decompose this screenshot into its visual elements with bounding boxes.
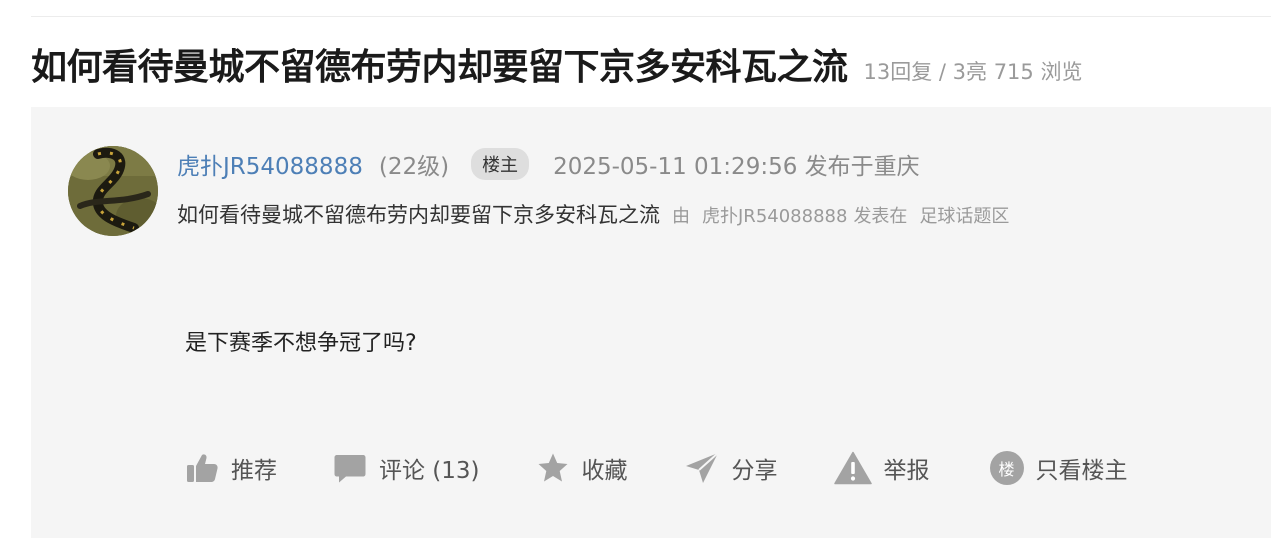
thumbs-up-icon xyxy=(185,452,219,484)
post-content: 是下赛季不想争冠了吗? xyxy=(185,331,417,356)
share-button[interactable]: 分享 xyxy=(684,451,778,485)
comment-button[interactable]: 评论 (13) xyxy=(333,451,480,485)
favorite-label: 收藏 xyxy=(581,458,628,484)
warning-triangle-icon xyxy=(833,451,872,485)
posted-in-label: 发表在 xyxy=(853,206,908,227)
like-button[interactable]: 推荐 xyxy=(185,451,277,485)
report-label: 举报 xyxy=(883,458,930,484)
avatar[interactable] xyxy=(68,146,158,236)
author-level: (22级) xyxy=(378,154,450,180)
only-op-button[interactable]: 楼 只看楼主 xyxy=(989,451,1128,485)
op-circle-text: 楼 xyxy=(989,451,1024,485)
board-link[interactable]: 足球话题区 xyxy=(919,202,1009,228)
post-meta: 虎扑JR54088888 (22级) 楼主 2025-05-11 01:29:5… xyxy=(177,146,920,182)
by-author-link[interactable]: 虎扑JR54088888 xyxy=(702,202,847,228)
avatar-image xyxy=(68,146,158,236)
top-divider xyxy=(31,16,1271,17)
post-subtitle: 如何看待曼城不留德布劳内却要留下京多安科瓦之流 xyxy=(177,203,660,227)
op-badge: 楼主 xyxy=(471,148,530,180)
paper-plane-icon xyxy=(684,451,720,485)
author-link[interactable]: 虎扑JR54088888 xyxy=(177,147,363,181)
report-button[interactable]: 举报 xyxy=(833,451,930,485)
by-label: 由 xyxy=(672,206,690,227)
page-title: 如何看待曼城不留德布劳内却要留下京多安科瓦之流 xyxy=(31,47,848,88)
post-subtitle-row: 如何看待曼城不留德布劳内却要留下京多安科瓦之流 由 虎扑JR54088888 发… xyxy=(177,199,1009,231)
comment-label: 评论 (13) xyxy=(379,458,480,484)
title-row: 如何看待曼城不留德布劳内却要留下京多安科瓦之流 13回复 / 3亮 715 浏览 xyxy=(31,38,1082,88)
only-op-label: 只看楼主 xyxy=(1035,458,1128,484)
star-icon xyxy=(536,452,570,484)
comment-bubble-icon xyxy=(333,452,367,484)
post-timestamp: 2025-05-11 01:29:56 发布于重庆 xyxy=(553,154,920,180)
post-panel: 虎扑JR54088888 (22级) 楼主 2025-05-11 01:29:5… xyxy=(31,107,1271,538)
like-label: 推荐 xyxy=(231,458,277,484)
thread-stats: 13回复 / 3亮 715 浏览 xyxy=(863,60,1083,84)
op-circle-icon: 楼 xyxy=(989,451,1024,485)
share-label: 分享 xyxy=(731,458,778,484)
favorite-button[interactable]: 收藏 xyxy=(536,451,628,485)
post-actions: 推荐 评论 (13) 收藏 分享 举报 楼 只看楼主 xyxy=(185,449,1128,487)
